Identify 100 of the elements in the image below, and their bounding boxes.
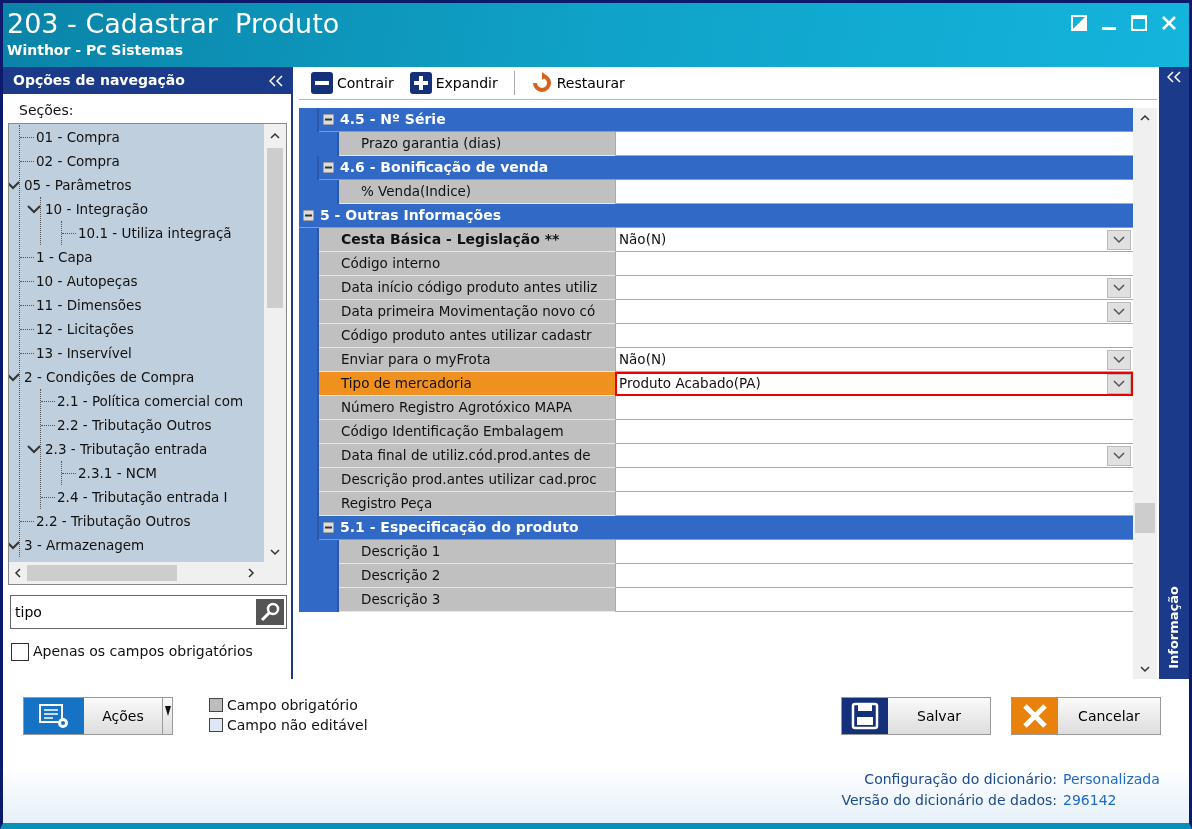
tree-item[interactable]: 2.4 - Tributação entrada I [57,486,228,508]
tree-item[interactable]: 13 - Inservível [36,342,132,364]
checkbox[interactable] [11,642,29,661]
collapse-icon[interactable] [323,522,334,533]
input-field[interactable] [615,468,1133,492]
chevron-icon[interactable] [1113,355,1125,364]
chevron-icon[interactable] [9,180,20,190]
field-label: Código produto antes utilizar cadastr [319,324,615,348]
tree-item[interactable]: 01 - Compra [36,126,120,148]
theme-icon[interactable] [1071,15,1087,31]
scroll-down-icon[interactable] [269,546,281,558]
actions-button[interactable]: Ações [23,697,173,735]
minus-icon [311,72,333,94]
scrollbar-thumb[interactable] [1135,503,1155,533]
action-button[interactable]: Cancelar [1011,697,1161,735]
chevron-icon[interactable] [1113,235,1125,244]
chevron-icon[interactable] [1113,307,1125,316]
tree-item[interactable]: 2.3.1 - NCM [78,462,157,484]
tree-item[interactable]: 3 - Armazenagem [24,534,145,556]
document-gear-icon [37,702,71,730]
scrollbar[interactable] [264,124,286,562]
field-label: Código Identificação Embalagem [319,420,615,444]
checkbox-label[interactable]: Apenas os campos obrigatórios [33,641,253,662]
panel-title: Opções de navegação [13,71,185,90]
tree-item[interactable]: 11 - Dimensões [36,294,142,316]
field-label: Descrição 2 [339,564,615,588]
field-label: Data primeira Movimentação novo có [319,300,615,324]
tree-item[interactable]: 02 - Compra [36,150,120,172]
tree-item[interactable]: 12 - Licitações [36,318,134,340]
input-field[interactable] [615,420,1133,444]
scrollbar[interactable] [9,562,286,584]
dropdown-field[interactable]: Produto Acabado(PA) [615,372,1133,396]
chevron-icon[interactable] [1113,283,1125,292]
scroll-down-icon[interactable] [1139,663,1151,675]
toolbar-button[interactable]: Contrair [305,70,400,96]
dropdown-field[interactable] [615,276,1133,300]
group-header[interactable]: 5.1 - Especificação do produto [319,516,1133,540]
group-header[interactable]: 5 - Outras Informações [299,204,1133,228]
chevron-icon[interactable] [27,444,41,454]
sections-label: Seções: [19,102,74,118]
scrollbar-thumb[interactable] [27,565,177,581]
window-subtitle: Winthor - PC Sistemas [7,41,185,59]
plus-icon [409,72,432,94]
field-label: Número Registro Agrotóxico MAPA [319,396,615,420]
caret-icon[interactable] [164,706,171,716]
field-label: Data início código produto antes utiliz [319,276,615,300]
scrollbar[interactable] [1133,108,1157,679]
chevron-icon[interactable] [9,372,20,382]
scrollbar-thumb[interactable] [267,148,283,308]
input-field[interactable] [615,588,1133,612]
field-label: Descrição prod.antes utilizar cad.proc [319,468,615,492]
action-button[interactable]: Salvar [841,697,991,735]
field-label: % Venda(Indice) [339,180,615,204]
group-indent-bar [299,228,319,252]
legend-label: Campo não editável [227,717,368,733]
field-label: Cesta Básica - Legislação ** [319,228,615,252]
tree-item[interactable]: 2.1 - Política comercial com [57,390,244,412]
field-label: Código interno [319,252,615,276]
legend-swatch [209,698,223,712]
tree-item[interactable]: 2.2 - Tributação Outros [36,510,191,532]
dropdown-field[interactable] [615,300,1133,324]
tree-item[interactable]: 2.2 - Tributação Outros [57,414,212,436]
tree-item[interactable]: 2 - Condições de Compra [24,366,195,388]
input-field[interactable] [615,252,1133,276]
footer-label: Versão do dicionário de dados: [841,792,1057,808]
tree-item[interactable]: 10.1 - Utiliza integraçã [78,222,232,244]
collapse-icon[interactable] [323,114,334,125]
footer-label: Configuração do dicionário: [864,771,1057,787]
chevron-icon[interactable] [1113,379,1125,388]
footer-value: Personalizada [1063,770,1161,789]
group-header[interactable]: 4.5 - Nº Série [319,108,1133,132]
tree-item[interactable]: 2.3 - Tributação entrada [45,438,208,460]
dropdown-field[interactable]: Não(N) [615,348,1133,372]
field-label: Registro Peça [319,492,615,516]
dropdown-field[interactable] [615,444,1133,468]
legend-label: Campo obrigatório [227,697,358,713]
dropdown-field[interactable]: Não(N) [615,228,1133,252]
collapse-icon[interactable] [303,210,314,221]
undo-icon [530,72,553,94]
chevron-icon[interactable] [9,540,20,550]
tree-item[interactable]: 10 - Integração [45,198,149,220]
group-indent-bar [299,588,339,612]
tree-item[interactable]: 10 - Autopeças [36,270,138,292]
tree-item[interactable]: 1 - Capa [36,246,93,268]
collapse-icon[interactable] [323,162,334,173]
toolbar-button[interactable]: Restaurar [524,70,631,96]
expand-panel-icon[interactable] [1167,71,1181,83]
field-label: Enviar para o myFrota [319,348,615,372]
legend-swatch [209,718,223,732]
info-panel-tab[interactable]: Informação [1164,586,1184,669]
chevron-icon[interactable] [1113,451,1125,460]
field-label: Descrição 1 [339,540,615,564]
input-field[interactable] [615,324,1133,348]
input-field[interactable] [615,540,1133,564]
tree-item[interactable]: 05 - Parâmetros [24,174,132,196]
group-header[interactable]: 4.6 - Bonificação de venda [319,156,1133,180]
chevron-icon[interactable] [27,204,41,214]
input-field[interactable] [615,396,1133,420]
input-field[interactable] [615,564,1133,588]
toolbar-button[interactable]: Expandir [403,70,504,96]
